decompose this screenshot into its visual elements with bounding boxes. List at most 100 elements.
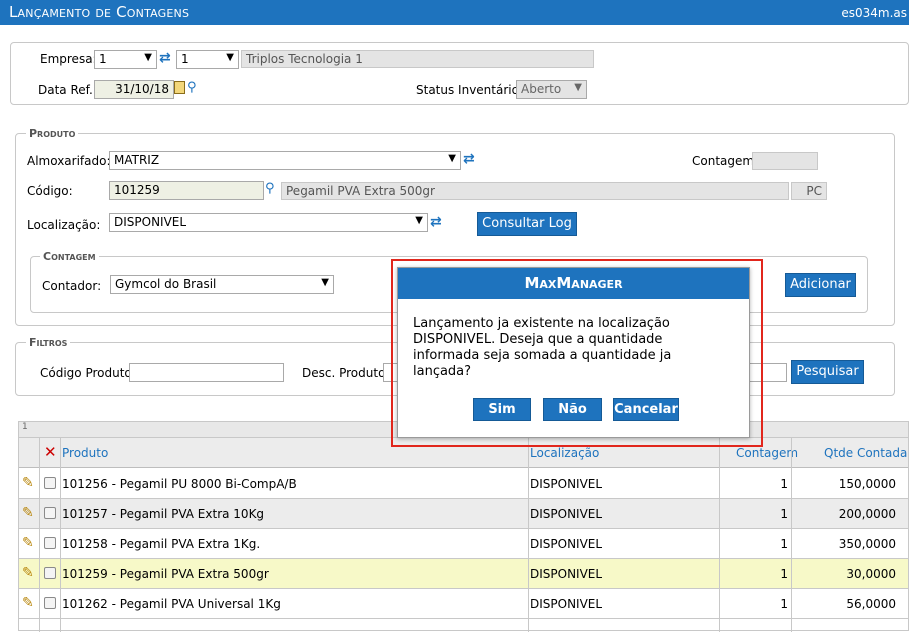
col-header-produto[interactable]: Produto	[62, 446, 108, 460]
adicionar-button[interactable]: Adicionar	[785, 273, 856, 297]
row-checkbox[interactable]	[44, 537, 56, 549]
cell-qtde: 30,0000	[846, 567, 896, 581]
grid-divider	[39, 438, 40, 632]
cod-produto-label: Código Produto:	[40, 366, 136, 380]
status-label: Status Inventário:	[416, 83, 523, 97]
cancel-button[interactable]: Cancelar	[613, 398, 679, 421]
cell-qtde: 56,0000	[846, 597, 896, 611]
cell-produto: 101259 - Pegamil PVA Extra 500gr	[62, 567, 269, 581]
localizacao-select[interactable]: DISPONIVEL ▼	[109, 213, 428, 232]
table-row[interactable]: ✎ 101258 - Pegamil PVA Extra 1Kg. DISPONIV…	[19, 529, 908, 559]
pesquisar-button[interactable]: Pesquisar	[791, 360, 864, 384]
no-button[interactable]: Não	[543, 398, 602, 421]
chevron-down-icon: ▼	[144, 52, 152, 63]
contador-select[interactable]: Gymcol do Brasil ▼	[110, 275, 334, 294]
edit-pencil-icon[interactable]: ✎	[22, 535, 34, 551]
data-ref-label: Data Ref.:	[38, 83, 97, 97]
cell-produto: 101256 - Pegamil PU 8000 Bi-CompA/B	[62, 477, 297, 491]
grid-page-number: 1	[22, 422, 28, 432]
cell-localizacao: DISPONIVEL	[530, 567, 603, 581]
chevron-down-icon: ▼	[226, 52, 234, 63]
edit-pencil-icon[interactable]: ✎	[22, 595, 34, 611]
refresh-icon[interactable]: ⇄	[463, 151, 475, 167]
grid-divider	[60, 438, 61, 632]
program-code: es034m.as	[841, 6, 907, 20]
cell-localizacao: DISPONIVEL	[530, 597, 603, 611]
edit-pencil-icon[interactable]: ✎	[22, 565, 34, 581]
empresa-select-2-value: 1	[181, 52, 189, 66]
refresh-icon[interactable]: ⇄	[159, 50, 171, 66]
data-ref-input[interactable]: 31/10/18	[94, 80, 174, 99]
codigo-input[interactable]: 101259	[109, 181, 264, 200]
empresa-select-2[interactable]: 1 ▼	[176, 50, 239, 69]
col-header-localizacao[interactable]: Localização	[530, 446, 599, 460]
produto-legend: Produto	[26, 127, 79, 140]
cell-localizacao: DISPONIVEL	[530, 507, 603, 521]
cell-produto: 101262 - Pegamil PVA Universal 1Kg	[62, 597, 281, 611]
cell-contagem: 1	[780, 567, 788, 581]
table-row[interactable]: ✎ 101256 - Pegamil PU 8000 Bi-CompA/B DISP…	[19, 469, 908, 499]
row-checkbox[interactable]	[44, 597, 56, 609]
chevron-down-icon: ▼	[448, 153, 456, 164]
grid-divider	[528, 438, 529, 632]
delete-icon[interactable]: ✕	[44, 443, 57, 461]
empresa-name-value: Triplos Tecnologia 1	[246, 52, 363, 66]
codigo-label: Código:	[27, 184, 73, 198]
cell-qtde: 150,0000	[838, 477, 896, 491]
almox-select[interactable]: MATRIZ ▼	[109, 151, 461, 170]
cell-localizacao: DISPONIVEL	[530, 537, 603, 551]
col-header-qtde[interactable]: Qtde Contada	[824, 446, 907, 460]
row-checkbox[interactable]	[44, 477, 56, 489]
cell-produto: 101257 - Pegamil PVA Extra 10Kg	[62, 507, 265, 521]
grid-divider	[719, 438, 720, 632]
empresa-select[interactable]: 1 ▼	[94, 50, 157, 69]
cell-qtde: 200,0000	[838, 507, 896, 521]
table-row[interactable]: ✎ 101259 - Pegamil PVA Extra 500gr DISPONI…	[19, 559, 908, 589]
cell-qtde: 350,0000	[838, 537, 896, 551]
edit-pencil-icon[interactable]: ✎	[22, 505, 34, 521]
cell-contagem: 1	[780, 537, 788, 551]
calendar-icon[interactable]	[174, 81, 185, 94]
cell-produto: 101258 - Pegamil PVA Extra 1Kg.	[62, 537, 261, 551]
empresa-label: Empresa:	[40, 52, 97, 66]
contador-label: Contador:	[42, 279, 102, 293]
status-select[interactable]: Aberto ▼	[516, 80, 587, 99]
search-icon[interactable]: ⚲	[187, 80, 197, 95]
data-ref-value: 31/10/18	[115, 82, 169, 96]
contagem-legend: Contagem	[40, 250, 99, 263]
confirm-dialog: MaxManager Lançamento ja existente na lo…	[397, 267, 750, 438]
table-row[interactable]: ✎ 101262 - Pegamil PVA Universal 1Kg DISPO…	[19, 589, 908, 619]
contagem-label: Contagem:	[692, 154, 759, 168]
codigo-desc-value: Pegamil PVA Extra 500gr	[286, 184, 435, 198]
empresa-name-field: Triplos Tecnologia 1	[241, 50, 594, 68]
cell-contagem: 1	[780, 597, 788, 611]
yes-button[interactable]: Sim	[473, 398, 531, 421]
row-checkbox[interactable]	[44, 567, 56, 579]
cell-contagem: 1	[780, 507, 788, 521]
codigo-value: 101259	[114, 183, 160, 197]
title-bar: Lançamento de Contagens es034m.as	[0, 0, 909, 25]
localizacao-label: Localização:	[27, 218, 101, 232]
chevron-down-icon: ▼	[415, 215, 423, 226]
chevron-down-icon: ▼	[574, 82, 582, 93]
results-grid: 1 ✕ Produto Localização Contagem Qtde Co…	[18, 421, 909, 632]
edit-pencil-icon[interactable]: ✎	[22, 475, 34, 491]
refresh-icon[interactable]: ⇄	[430, 214, 442, 230]
col-header-contagem[interactable]: Contagem	[736, 446, 798, 460]
row-checkbox[interactable]	[44, 507, 56, 519]
consultar-log-button[interactable]: Consultar Log	[477, 212, 577, 236]
status-value: Aberto	[521, 82, 562, 96]
filtros-legend: Filtros	[26, 336, 71, 349]
empresa-select-value: 1	[99, 52, 107, 66]
desc-produto-label: Desc. Produto:	[302, 366, 390, 380]
grid-divider	[791, 438, 792, 632]
unidade-field: PC	[791, 182, 827, 200]
search-icon[interactable]: ⚲	[265, 181, 275, 196]
cell-localizacao: DISPONIVEL	[530, 477, 603, 491]
unidade-value: PC	[806, 184, 822, 198]
dialog-title: MaxManager	[398, 268, 749, 299]
cod-produto-input[interactable]	[129, 363, 284, 382]
table-row[interactable]: ✎ 101257 - Pegamil PVA Extra 10Kg DISPONIV…	[19, 499, 908, 529]
almox-label: Almoxarifado:	[27, 154, 111, 168]
chevron-down-icon: ▼	[321, 277, 329, 288]
